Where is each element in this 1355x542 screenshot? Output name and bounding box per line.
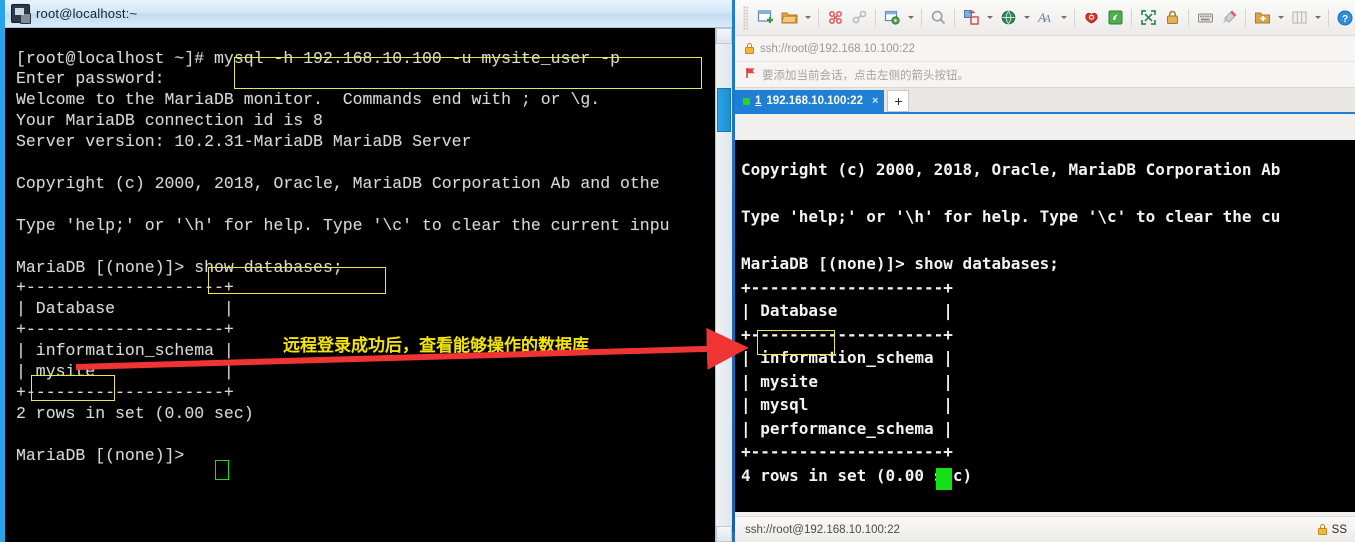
- right-terminal-cursor: [936, 468, 952, 490]
- tab-label: 192.168.10.100:22: [766, 95, 863, 107]
- session-hint-bar[interactable]: 要添加当前会话，点击左侧的箭头按钮。: [735, 62, 1355, 88]
- highlight-icon[interactable]: [1218, 6, 1240, 30]
- annotation-text: 远程登录成功后，查看能够操作的数据库: [283, 336, 589, 356]
- file-transfer-icon[interactable]: [960, 6, 982, 30]
- open-folder-icon[interactable]: [778, 6, 800, 30]
- add-folder-dropdown-caret[interactable]: [1275, 6, 1286, 30]
- new-tab-button[interactable]: +: [887, 90, 910, 112]
- right-terminal-output: Copyright (c) 2000, 2018, Oracle, MariaD…: [741, 160, 1281, 485]
- reconnect-icon[interactable]: [848, 6, 870, 30]
- xshell-window[interactable]: A A ? ssh://root@192.168.10.100:22 要添加当前…: [735, 0, 1355, 542]
- add-folder-icon[interactable]: [1251, 6, 1273, 30]
- help-icon[interactable]: ?: [1334, 6, 1355, 30]
- fullscreen-icon[interactable]: [1137, 6, 1159, 30]
- address-bar-value: ssh://root@192.168.10.100:22: [760, 42, 915, 55]
- find-icon[interactable]: [927, 6, 949, 30]
- toolbar-separator: [1074, 8, 1075, 27]
- tab-close-icon[interactable]: ×: [872, 95, 878, 107]
- script-icon[interactable]: [1104, 6, 1126, 30]
- toolbar-separator: [875, 8, 876, 27]
- status-bar-protocol: SS: [1331, 523, 1347, 536]
- connected-status-dot-icon: [743, 97, 750, 105]
- toolbar-separator: [1328, 8, 1329, 27]
- left-terminal-cursor: [215, 460, 229, 480]
- toolbar-separator: [1188, 8, 1189, 27]
- keyboard-icon[interactable]: [1194, 6, 1216, 30]
- left-window-title: root@localhost:~: [36, 6, 138, 21]
- properties-dropdown-caret[interactable]: [905, 6, 916, 30]
- toolbar-separator: [1131, 8, 1132, 27]
- lock-icon[interactable]: [1161, 6, 1183, 30]
- font-dropdown-caret[interactable]: [1058, 6, 1069, 30]
- svg-text:A: A: [1043, 13, 1051, 25]
- font-icon[interactable]: A A: [1034, 6, 1056, 30]
- globe-icon[interactable]: [997, 6, 1019, 30]
- layout-icon[interactable]: [1288, 6, 1310, 30]
- new-session-icon[interactable]: [754, 6, 776, 30]
- toolbar-grip[interactable]: [743, 5, 748, 30]
- xshell-toolbar[interactable]: A A ?: [735, 0, 1355, 36]
- toolbar-separator: [954, 8, 955, 27]
- open-dropdown-caret[interactable]: [802, 6, 813, 30]
- scroll-up-arrow-icon[interactable]: [716, 28, 732, 44]
- svg-text:?: ?: [1342, 14, 1348, 25]
- left-window-titlebar[interactable]: root@localhost:~: [5, 0, 732, 28]
- session-tabbar[interactable]: 1 192.168.10.100:22 × +: [735, 88, 1355, 114]
- toolbar-separator: [1245, 8, 1246, 27]
- scroll-down-arrow-icon[interactable]: [716, 526, 732, 542]
- file-transfer-dropdown-caret[interactable]: [984, 6, 995, 30]
- session-hint-text: 要添加当前会话，点击左侧的箭头按钮。: [762, 67, 969, 82]
- session-tab-1[interactable]: 1 192.168.10.100:22 ×: [735, 90, 885, 112]
- scrollbar-thumb[interactable]: [717, 88, 731, 132]
- status-lock-icon: [1317, 524, 1327, 535]
- putty-icon: [11, 4, 31, 24]
- bookmark-flag-icon: [745, 66, 756, 84]
- properties-icon[interactable]: [881, 6, 903, 30]
- globe-dropdown-caret[interactable]: [1021, 6, 1032, 30]
- left-terminal-body[interactable]: [root@localhost ~]# mysql -h 192.168.10.…: [10, 28, 732, 542]
- log-icon[interactable]: [1080, 6, 1102, 30]
- disconnect-icon[interactable]: [824, 6, 846, 30]
- left-terminal-scrollbar[interactable]: [715, 28, 732, 542]
- toolbar-separator: [921, 8, 922, 27]
- putty-terminal-window[interactable]: root@localhost:~ [root@localhost ~]# mys…: [0, 0, 732, 542]
- status-bar: ssh://root@192.168.10.100:22 SS: [735, 516, 1355, 542]
- right-terminal-body[interactable]: Copyright (c) 2000, 2018, Oracle, MariaD…: [735, 140, 1355, 512]
- left-terminal-output: [root@localhost ~]# mysql -h 192.168.10.…: [16, 48, 670, 465]
- address-bar[interactable]: ssh://root@192.168.10.100:22: [735, 36, 1355, 62]
- layout-dropdown-caret[interactable]: [1312, 6, 1323, 30]
- toolbar-separator: [818, 8, 819, 27]
- lock-icon: [745, 43, 754, 54]
- tab-number: 1: [755, 95, 762, 107]
- status-bar-address: ssh://root@192.168.10.100:22: [745, 523, 900, 536]
